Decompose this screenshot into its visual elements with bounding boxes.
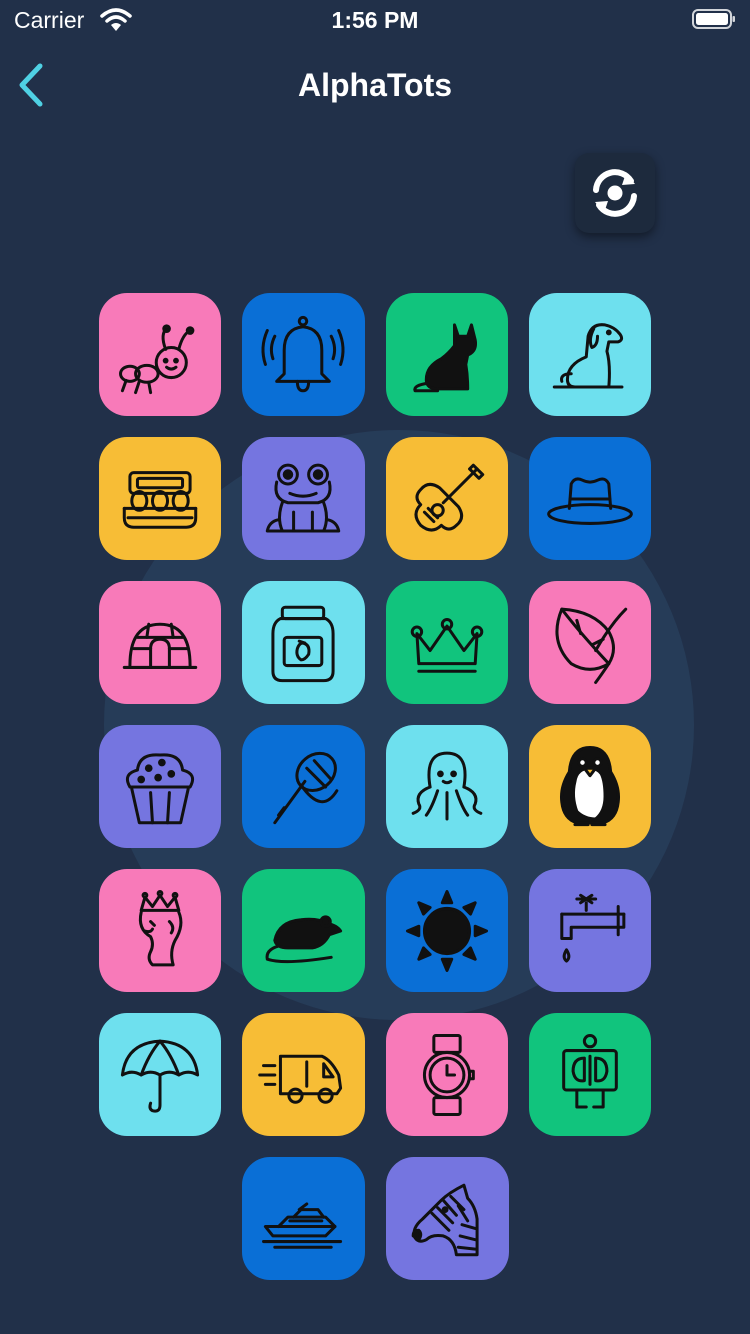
ant-icon [119,323,195,394]
tile-x-ray[interactable] [528,1013,651,1136]
tile-eggs[interactable] [99,437,222,560]
navigation-bar: AlphaTots [0,40,750,128]
alphabet-grid [99,293,651,1301]
crown-icon [410,617,483,673]
butterfly-net-icon [273,751,339,824]
grid-row [99,293,651,416]
tile-jam[interactable] [242,581,365,704]
tile-bell[interactable] [242,293,365,416]
umbrella-icon [121,1039,200,1113]
egg-carton-icon [122,470,198,529]
cat-icon [412,322,477,392]
frog-icon [266,463,341,532]
tile-sun[interactable] [385,869,508,992]
tile-queen[interactable] [99,869,222,992]
grid-row [99,725,651,848]
tile-octopus[interactable] [385,725,508,848]
tile-hat[interactable] [528,437,651,560]
octopus-icon [411,751,482,820]
guitar-icon [414,463,484,532]
tile-yacht[interactable] [241,1157,365,1280]
grid-row [99,581,651,704]
dog-icon [552,322,624,388]
tile-muffin[interactable] [99,725,222,848]
battery-icon [692,9,735,29]
tile-watch[interactable] [385,1013,508,1136]
sun-icon [405,889,488,972]
yacht-icon [262,1201,343,1249]
penguin-icon [559,745,620,826]
bell-icon [261,315,345,392]
refresh-button[interactable] [575,153,655,233]
tile-guitar[interactable] [385,437,508,560]
tile-umbrella[interactable] [99,1013,222,1136]
tap-icon [560,893,626,963]
tile-penguin[interactable] [528,725,651,848]
tile-rat[interactable] [242,869,365,992]
grid-row [99,869,651,992]
grid-row [99,437,651,560]
status-bar: Carrier 1:56 PM [0,0,750,40]
tile-frog[interactable] [242,437,365,560]
jam-jar-icon [271,605,335,682]
leaf-icon [555,607,628,684]
refresh-icon [593,169,637,217]
igloo-icon [122,622,198,669]
tile-igloo[interactable] [99,581,222,704]
tile-leaf[interactable] [528,581,651,704]
rat-icon [265,914,343,963]
tile-ant[interactable] [99,293,222,416]
muffin-icon [126,752,195,824]
tile-tap[interactable] [528,869,651,992]
tile-king[interactable] [385,581,508,704]
tile-net[interactable] [242,725,365,848]
watch-icon [422,1033,475,1116]
tile-van[interactable] [242,1013,365,1136]
tile-dog[interactable] [528,293,651,416]
tile-zebra[interactable] [385,1157,509,1280]
clock: 1:56 PM [331,7,419,33]
hat-icon [547,476,633,525]
grid-row [99,1013,651,1136]
queen-icon [138,889,183,966]
page-title: AlphaTots [297,67,453,103]
van-icon [258,1054,343,1104]
tile-cat[interactable] [385,293,508,416]
x-ray-icon [562,1033,618,1108]
zebra-icon [411,1183,479,1256]
grid-row [99,1157,651,1280]
